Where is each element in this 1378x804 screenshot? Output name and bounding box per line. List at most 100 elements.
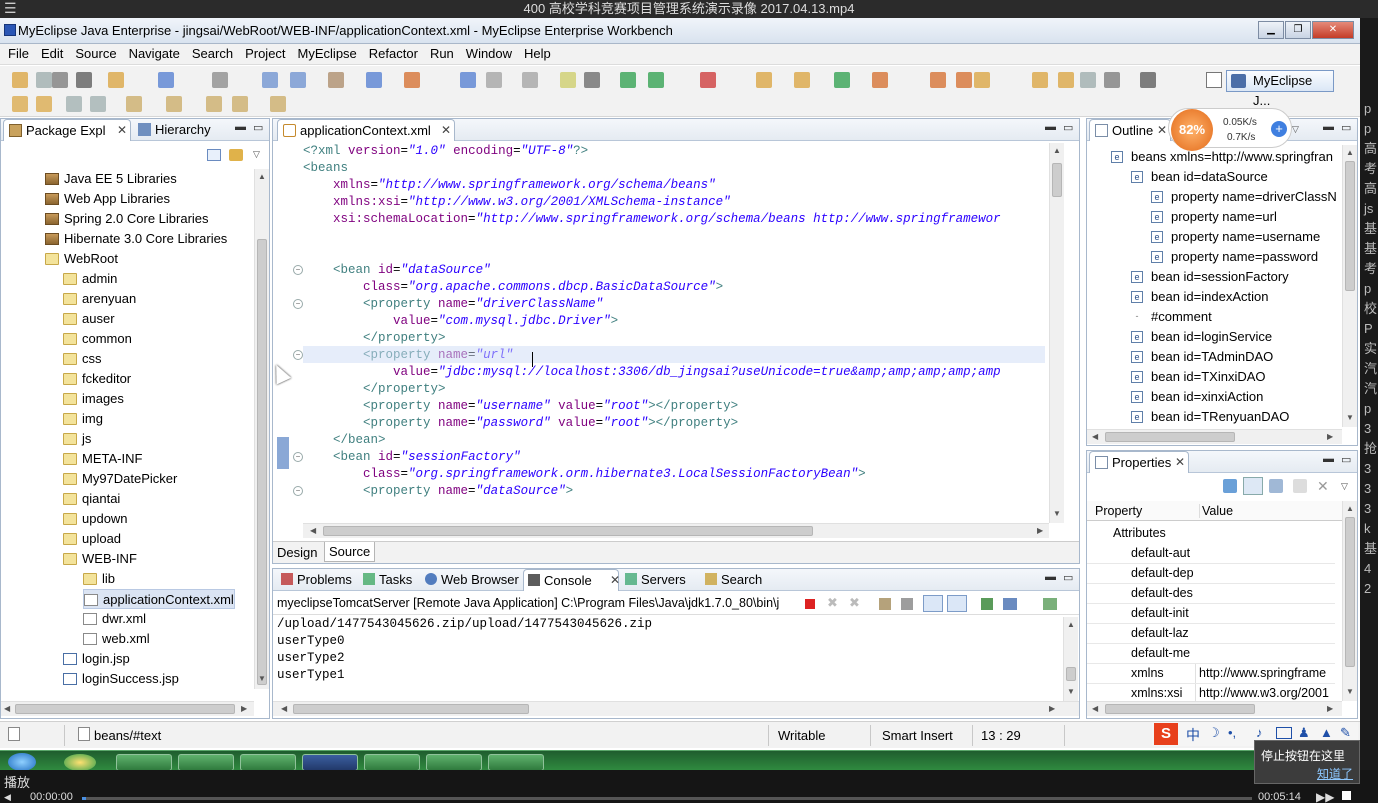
tree-item-admin[interactable]: admin [63, 269, 117, 289]
toolbar-icon-22[interactable] [794, 72, 810, 88]
view-menu-icon[interactable]: ▽ [253, 149, 260, 160]
menu-window[interactable]: Window [460, 44, 518, 64]
minimize-view-icon[interactable]: ▬ [1323, 453, 1334, 465]
toolbar2-icon-9[interactable] [270, 96, 286, 112]
tree-item-js[interactable]: js [63, 429, 91, 449]
play-icon[interactable]: ◀ [4, 792, 11, 803]
tab-properties[interactable]: Properties ✕ [1089, 451, 1189, 473]
maximize-view-icon[interactable]: ▭ [253, 121, 263, 134]
display-console-icon[interactable] [1003, 598, 1017, 610]
maximize-view-icon[interactable]: ▭ [1063, 571, 1073, 584]
toolbar-icon-9[interactable] [290, 72, 306, 88]
properties-vertical-scrollbar[interactable]: ▲ ▼ [1342, 501, 1357, 701]
punctuation-icon[interactable]: •, [1228, 725, 1236, 740]
skin-icon[interactable]: ▲ [1320, 725, 1333, 740]
property-row[interactable]: default-init [1087, 604, 1335, 624]
tree-item-my97datepicker[interactable]: My97DatePicker [63, 469, 177, 489]
fold-marker-icon[interactable]: − [293, 486, 303, 496]
tree-item-applicationcontext-xml[interactable]: applicationContext.xml [83, 589, 235, 609]
tree-item-web-app-libraries[interactable]: Web App Libraries [45, 189, 170, 209]
toolbar2-icon-5[interactable] [126, 96, 142, 112]
maximize-view-icon[interactable]: ▭ [1341, 453, 1351, 466]
menu-help[interactable]: Help [518, 44, 557, 64]
tree-item-hibernate-3-0-core-libraries[interactable]: Hibernate 3.0 Core Libraries [45, 229, 227, 249]
user-icon[interactable]: ♟ [1298, 725, 1310, 741]
outline-item[interactable]: e beans xmlns=http://www.springfran [1111, 147, 1333, 167]
stop-icon[interactable] [1342, 791, 1351, 800]
outline-item[interactable]: e property name=username [1151, 227, 1320, 247]
toolbar-icon-1[interactable] [12, 72, 28, 88]
toolbar2-icon-8[interactable] [232, 96, 248, 112]
property-value[interactable]: http://www.springframe [1195, 664, 1335, 683]
view-menu-icon[interactable]: ▽ [1292, 124, 1299, 135]
tree-item-qiantai[interactable]: qiantai [63, 489, 120, 509]
tree-item-arenyuan[interactable]: arenyuan [63, 289, 136, 309]
close-icon[interactable]: ✕ [117, 120, 127, 141]
scroll-lock-icon[interactable] [901, 598, 913, 610]
toolbar-icon-30[interactable] [1080, 72, 1096, 88]
open-console-icon[interactable] [1043, 598, 1057, 610]
console-output[interactable]: /upload/1477543045626.zip/upload/1477543… [277, 617, 1059, 701]
outline-item[interactable]: e bean id=TRenyuanDAO [1131, 407, 1289, 427]
editor-horizontal-scrollbar[interactable]: ◀ ▶ [303, 523, 1049, 538]
menu-myeclipse[interactable]: MyEclipse [292, 44, 363, 64]
close-icon[interactable]: ✕ [1175, 452, 1185, 473]
menu-project[interactable]: Project [239, 44, 291, 64]
plus-icon[interactable]: + [1271, 121, 1287, 137]
open-perspective-icon[interactable] [1206, 72, 1222, 88]
tree-item-dwr-xml[interactable]: dwr.xml [83, 609, 146, 629]
link-with-editor-icon[interactable] [229, 149, 243, 161]
tab-source[interactable]: Source [324, 542, 376, 562]
toolbar-icon-3[interactable] [52, 72, 68, 88]
outline-item[interactable]: e bean id=TXinxiDAO [1131, 367, 1266, 387]
properties-horizontal-scrollbar[interactable]: ◀ ▶ [1087, 701, 1342, 716]
close-icon[interactable]: ✕ [441, 120, 451, 141]
vertical-scrollbar[interactable]: ▲ ▼ [254, 169, 269, 689]
taskbar-app-explorer[interactable] [240, 754, 296, 771]
console-horizontal-scrollbar[interactable]: ◀ ▶ [273, 701, 1079, 716]
moon-icon[interactable]: ☽ [1208, 725, 1220, 741]
toolbar2-icon-4[interactable] [90, 96, 106, 112]
toolbar-icon-4[interactable] [76, 72, 92, 88]
minimize-view-icon[interactable]: ▬ [1323, 121, 1334, 133]
minimize-view-icon[interactable]: ▬ [1045, 571, 1056, 583]
outline-item[interactable]: e bean id=TAdminDAO [1131, 347, 1273, 367]
toolbar-icon-13[interactable] [460, 72, 476, 88]
tree-item-lib[interactable]: lib [83, 569, 115, 589]
console-vertical-scrollbar[interactable]: ▲ ▼ [1063, 617, 1078, 701]
property-row[interactable]: default-des [1087, 584, 1335, 604]
toolbar-icon-27[interactable] [974, 72, 990, 88]
tree-item-images[interactable]: images [63, 389, 124, 409]
tree-item-img[interactable]: img [63, 409, 103, 429]
next-icon[interactable]: ▶▶ [1316, 790, 1334, 804]
property-row[interactable]: xmlns http://www.springframe [1087, 664, 1335, 684]
menu-run[interactable]: Run [424, 44, 460, 64]
toolbar-icon-18[interactable] [620, 72, 636, 88]
fold-marker-icon[interactable]: − [293, 299, 303, 309]
toolbar-icon-31[interactable] [1104, 72, 1120, 88]
menu-refactor[interactable]: Refactor [363, 44, 424, 64]
show-advanced-icon[interactable] [1269, 479, 1283, 493]
horizontal-scrollbar[interactable]: ◀ ▶ [1, 701, 254, 716]
taskbar-app-qq[interactable] [178, 754, 234, 771]
tab-outline[interactable]: Outline ✕ [1089, 119, 1171, 141]
tree-item-meta-inf[interactable]: META-INF [63, 449, 142, 469]
tab-package-explorer[interactable]: Package Expl ✕ [3, 119, 131, 141]
tooltip-dismiss-link[interactable]: 知道了 [1317, 765, 1353, 782]
tab-problems[interactable]: Problems [277, 569, 357, 591]
browser-taskbar-icon[interactable] [64, 754, 96, 771]
tree-item-css[interactable]: css [63, 349, 102, 369]
tree-item-web-inf[interactable]: WEB-INF [63, 549, 137, 569]
menu-navigate[interactable]: Navigate [123, 44, 186, 64]
toolbar-icon-21[interactable] [756, 72, 772, 88]
fold-marker-icon[interactable]: − [293, 350, 303, 360]
tab-search[interactable]: Search [701, 569, 773, 591]
toolbar-icon-11[interactable] [366, 72, 382, 88]
toolbar2-icon-7[interactable] [206, 96, 222, 112]
fast-view-icon[interactable] [8, 727, 20, 741]
toolbar-icon-7[interactable] [212, 72, 228, 88]
outline-item[interactable]: - #comment [1131, 307, 1212, 327]
tree-item-web-xml[interactable]: web.xml [83, 629, 150, 649]
toolbar2-icon-2[interactable] [36, 96, 52, 112]
remove-icon[interactable]: ✕ [1317, 478, 1329, 495]
